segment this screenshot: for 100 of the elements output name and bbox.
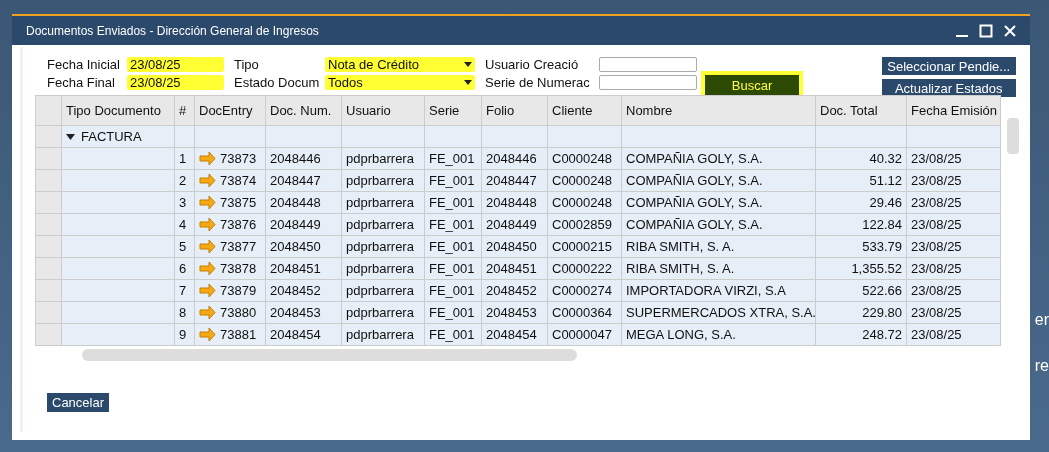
background-text: re bbox=[1034, 357, 1049, 375]
table-cell: COMPAÑIA GOLY, S.A. bbox=[621, 147, 816, 170]
table-cell: C0000047 bbox=[547, 323, 622, 346]
table-cell: pdprbarrera bbox=[341, 279, 425, 302]
table-cell: 2048451 bbox=[481, 257, 548, 280]
background-text: er bbox=[1034, 311, 1049, 329]
table-cell: C0000222 bbox=[547, 257, 622, 280]
table-cell: MEGA LONG, S.A. bbox=[621, 323, 816, 346]
table-cell: pdprbarrera bbox=[341, 213, 425, 236]
column-header[interactable]: Usuario bbox=[341, 95, 425, 126]
table-cell: pdprbarrera bbox=[341, 323, 425, 346]
caret-icon bbox=[464, 62, 472, 67]
column-header[interactable]: Tipo Documento bbox=[61, 95, 175, 126]
table-cell: 2048450 bbox=[265, 235, 342, 258]
table-cell: 23/08/25 bbox=[906, 279, 1001, 302]
link-arrow-icon[interactable] bbox=[199, 284, 216, 297]
link-arrow-icon[interactable] bbox=[199, 218, 216, 231]
table-cell: 2048452 bbox=[481, 279, 548, 302]
table-cell: 6 bbox=[174, 257, 195, 280]
column-header[interactable]: Fecha Emisión bbox=[906, 95, 1001, 126]
scrollbar[interactable] bbox=[82, 349, 577, 361]
field-label: Estado Docum bbox=[233, 75, 321, 90]
table-cell: 51.12 bbox=[815, 169, 907, 192]
group-label: FACTURA bbox=[81, 129, 142, 144]
table-cell: 23/08/25 bbox=[906, 257, 1001, 280]
field-label: Serie de Numerac bbox=[484, 75, 591, 90]
link-arrow-icon[interactable] bbox=[199, 306, 216, 319]
link-arrow-icon[interactable] bbox=[199, 262, 216, 275]
table-cell: RIBA SMITH, S. A. bbox=[621, 257, 816, 280]
column-header[interactable]: # bbox=[174, 95, 195, 126]
table-cell: 2048453 bbox=[265, 301, 342, 324]
group-row[interactable]: FACTURA bbox=[61, 125, 175, 148]
table-cell: COMPAÑIA GOLY, S.A. bbox=[621, 213, 816, 236]
link-arrow-icon[interactable] bbox=[199, 196, 216, 209]
table-cell: FE_001 bbox=[424, 191, 482, 214]
table-cell: 23/08/25 bbox=[906, 235, 1001, 258]
table-cell: 73879 bbox=[220, 283, 257, 298]
table-cell: RIBA SMITH, S. A. bbox=[621, 235, 816, 258]
collapse-icon[interactable] bbox=[66, 133, 75, 140]
link-arrow-icon[interactable] bbox=[199, 152, 216, 165]
column-header[interactable]: Doc. Total bbox=[815, 95, 907, 126]
column-header[interactable]: Cliente bbox=[547, 95, 622, 126]
input-field[interactable] bbox=[599, 57, 697, 72]
table-cell: SUPERMERCADOS XTRA, S.A. bbox=[621, 301, 816, 324]
table-cell: 73876 bbox=[220, 217, 257, 232]
table-cell: 9 bbox=[174, 323, 195, 346]
table-cell: 2048451 bbox=[265, 257, 342, 280]
field-label: Usuario Creació bbox=[484, 57, 580, 72]
table-cell: C0000215 bbox=[547, 235, 622, 258]
table-cell: 2048446 bbox=[265, 147, 342, 170]
table-cell: FE_001 bbox=[424, 147, 482, 170]
column-header[interactable]: DocEntry bbox=[194, 95, 266, 126]
table-cell: 23/08/25 bbox=[906, 191, 1001, 214]
table-cell: 4 bbox=[174, 213, 195, 236]
column-header[interactable]: Serie bbox=[424, 95, 482, 126]
cancel-button[interactable]: Cancelar bbox=[47, 393, 110, 412]
action-button[interactable]: Seleccionar Pendie... bbox=[881, 57, 1016, 75]
table-cell: 3 bbox=[174, 191, 195, 214]
table-cell: 2048448 bbox=[481, 191, 548, 214]
table-cell: FE_001 bbox=[424, 169, 482, 192]
table-cell: 2048452 bbox=[265, 279, 342, 302]
table-cell: 2048449 bbox=[265, 213, 342, 236]
field-label: Tipo bbox=[233, 57, 260, 72]
table-cell: 29.46 bbox=[815, 191, 907, 214]
table-cell: 73881 bbox=[220, 327, 257, 342]
table-cell: 73875 bbox=[220, 195, 257, 210]
table-cell: 23/08/25 bbox=[906, 213, 1001, 236]
field-label: Fecha Final bbox=[47, 75, 116, 90]
table-cell: FE_001 bbox=[424, 279, 482, 302]
dropdown-field[interactable]: Todos bbox=[325, 75, 475, 90]
link-arrow-icon[interactable] bbox=[199, 328, 216, 341]
link-arrow-icon[interactable] bbox=[199, 240, 216, 253]
link-arrow-icon[interactable] bbox=[199, 174, 216, 187]
table-cell: 2048448 bbox=[265, 191, 342, 214]
table-cell: 73880 bbox=[220, 305, 257, 320]
column-header[interactable]: Doc. Num. bbox=[265, 95, 342, 126]
input-field[interactable] bbox=[599, 75, 697, 90]
input-field[interactable]: 23/08/25 bbox=[127, 75, 224, 90]
table-cell: 73878 bbox=[220, 261, 257, 276]
input-field[interactable]: 23/08/25 bbox=[127, 57, 224, 72]
table-cell: 2048446 bbox=[481, 147, 548, 170]
table-cell: 2048453 bbox=[481, 301, 548, 324]
action-button[interactable]: Actualizar Estados bbox=[881, 79, 1016, 97]
table-cell: 40.32 bbox=[815, 147, 907, 170]
table-cell: pdprbarrera bbox=[341, 301, 425, 324]
caret-icon bbox=[464, 80, 472, 85]
table-cell: 73877 bbox=[220, 239, 257, 254]
scrollbar[interactable] bbox=[1007, 118, 1019, 154]
table-cell: 248.72 bbox=[815, 323, 907, 346]
column-header[interactable]: Nombre bbox=[621, 95, 816, 126]
table-cell: C0000248 bbox=[547, 147, 622, 170]
table-cell: C0000364 bbox=[547, 301, 622, 324]
dropdown-field[interactable]: Nota de Crédito bbox=[325, 57, 475, 72]
table-cell: FE_001 bbox=[424, 323, 482, 346]
table-cell: C0000248 bbox=[547, 169, 622, 192]
table-cell: pdprbarrera bbox=[341, 169, 425, 192]
table-cell: FE_001 bbox=[424, 301, 482, 324]
column-header[interactable]: Folio bbox=[481, 95, 548, 126]
table-cell: pdprbarrera bbox=[341, 257, 425, 280]
table-cell: 2048447 bbox=[481, 169, 548, 192]
